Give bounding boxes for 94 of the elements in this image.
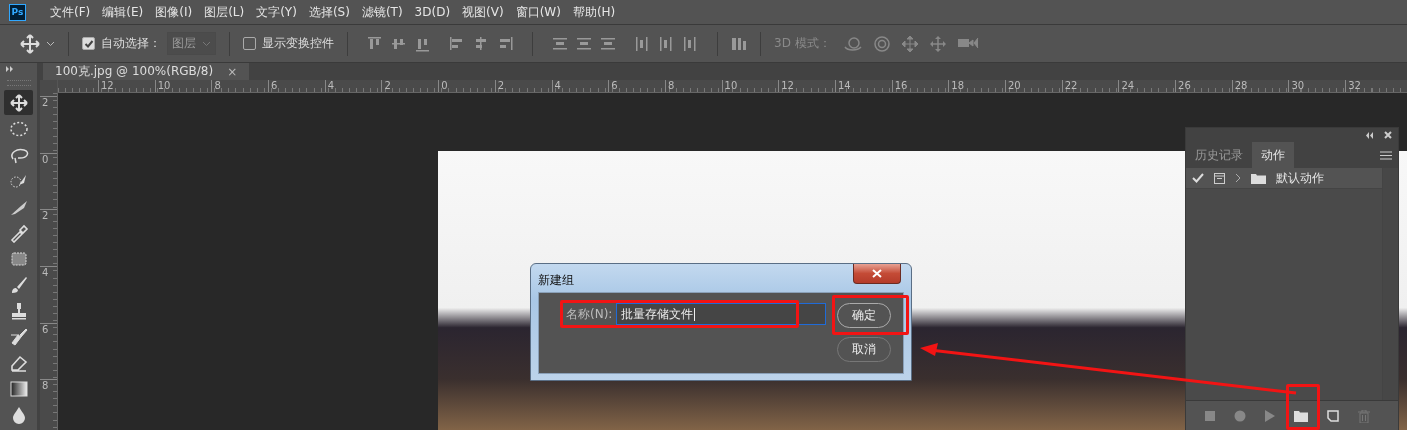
slide-icon[interactable]: [928, 34, 947, 53]
ruler-number: 4: [327, 80, 335, 91]
rotate-icon[interactable]: [872, 34, 891, 53]
menu-item[interactable]: 滤镜(T): [361, 3, 403, 21]
history-brush-icon: [8, 326, 29, 347]
auto-select-checkbox[interactable]: [82, 37, 95, 50]
panel-tab[interactable]: 历史记录: [1186, 142, 1252, 168]
close-button[interactable]: [853, 264, 901, 284]
ruler-number: 12: [781, 80, 794, 91]
menu-item[interactable]: 图层(L): [204, 3, 245, 21]
ruler-number: 28: [1234, 80, 1248, 91]
align-icon[interactable]: [497, 35, 513, 52]
distribute-icon[interactable]: [634, 35, 650, 52]
ruler-number: 24: [1121, 80, 1135, 91]
ruler-number: 20: [1008, 80, 1021, 91]
distribute-icon[interactable]: [658, 35, 674, 52]
ruler-number: 6: [611, 80, 618, 91]
chevron-icon[interactable]: [1235, 173, 1241, 183]
document-tab[interactable]: 100克.jpg @ 100%(RGB/8) ×: [43, 63, 250, 80]
folder-icon: [1251, 172, 1266, 184]
auto-select-label: 自动选择：: [101, 35, 161, 52]
highlight-frame: [1286, 384, 1320, 430]
cancel-button[interactable]: 取消: [837, 337, 891, 362]
orbit-icon[interactable]: [842, 34, 863, 53]
align-icon[interactable]: [367, 35, 383, 52]
panel-tab[interactable]: 动作: [1252, 142, 1294, 168]
ruler-number: 0: [42, 153, 49, 165]
check-icon[interactable]: [1192, 173, 1204, 183]
ruler-number: 10: [724, 80, 738, 91]
ruler-number: 30: [1291, 80, 1305, 91]
move-icon[interactable]: [20, 33, 40, 54]
eyedropper-icon: [8, 222, 29, 243]
ruler-number: 10: [157, 80, 171, 91]
ruler-number: 16: [894, 80, 908, 91]
menu-item[interactable]: 窗口(W): [515, 3, 561, 21]
caret-icon[interactable]: [46, 40, 55, 47]
name-input-field[interactable]: 批量存储文件: [616, 303, 827, 325]
menu-item[interactable]: 3D(D): [414, 5, 451, 19]
close-icon[interactable]: [1384, 131, 1392, 139]
ruler-number: 12: [101, 80, 114, 91]
caret-icon: [202, 40, 211, 47]
tool-button[interactable]: [4, 90, 33, 115]
dialog-title: 新建组: [538, 272, 574, 289]
ruler-number: 8: [214, 80, 221, 91]
menu-item[interactable]: 帮助(H): [572, 3, 616, 21]
align-icon[interactable]: [473, 35, 489, 52]
ruler-number: 6: [42, 323, 49, 335]
dialog-toggle-icon[interactable]: [1214, 172, 1225, 184]
ruler-number: 22: [1064, 80, 1078, 91]
ruler-number: 14: [837, 80, 851, 91]
name-label: 名称(N):: [566, 306, 613, 323]
action-set-row[interactable]: 默认动作: [1186, 168, 1382, 189]
close-button[interactable]: ×: [227, 64, 238, 79]
menu-item[interactable]: 图像(I): [155, 3, 193, 21]
ruler-number: 2: [497, 80, 505, 91]
ruler-number: 18: [951, 80, 965, 91]
record-icon[interactable]: [1234, 410, 1246, 422]
menu-item[interactable]: 文字(Y): [256, 3, 297, 21]
app-logo[interactable]: Ps: [9, 3, 26, 21]
new-set-folder-icon[interactable]: [1294, 410, 1308, 422]
play-icon[interactable]: [1265, 410, 1275, 422]
menu-item[interactable]: 选择(S): [308, 3, 350, 21]
new-action-icon[interactable]: [1327, 410, 1339, 422]
distribute-icon[interactable]: [600, 35, 616, 52]
auto-align-icon[interactable]: [731, 35, 747, 52]
action-set-name: 默认动作: [1276, 169, 1324, 187]
expand-icon[interactable]: [5, 66, 15, 72]
collapse-icon[interactable]: [1365, 131, 1374, 139]
menu-icon[interactable]: [1380, 150, 1392, 160]
ruler-number: 8: [42, 380, 49, 392]
distribute-icon[interactable]: [682, 35, 698, 52]
show-transform-label: 显示变换控件: [262, 35, 334, 52]
menu-item[interactable]: 视图(V): [462, 3, 504, 21]
ruler-number: 32: [1348, 80, 1361, 91]
menu-item[interactable]: 文件(F): [50, 3, 91, 21]
align-icon[interactable]: [449, 35, 465, 52]
ruler-number: 0: [441, 80, 448, 91]
gradient-icon: [8, 378, 29, 399]
close-icon: [872, 269, 882, 278]
ruler-number: 4: [554, 80, 561, 91]
ruler-number: 26: [1178, 80, 1191, 91]
pan-icon[interactable]: [900, 34, 919, 53]
ruler-number: 2: [42, 210, 49, 222]
move-icon: [8, 92, 29, 113]
ruler-number: 8: [667, 80, 675, 91]
ruler-number: 4: [42, 267, 49, 279]
show-transform-checkbox[interactable]: [243, 37, 256, 50]
distribute-icon[interactable]: [552, 35, 568, 52]
ruler-number: 2: [384, 80, 391, 91]
ruler-number: 2: [42, 97, 49, 108]
distribute-icon[interactable]: [576, 35, 592, 52]
ok-button[interactable]: 确定: [837, 303, 891, 328]
menu-item[interactable]: 编辑(E): [102, 3, 144, 21]
ruler-number: 6: [271, 80, 278, 91]
